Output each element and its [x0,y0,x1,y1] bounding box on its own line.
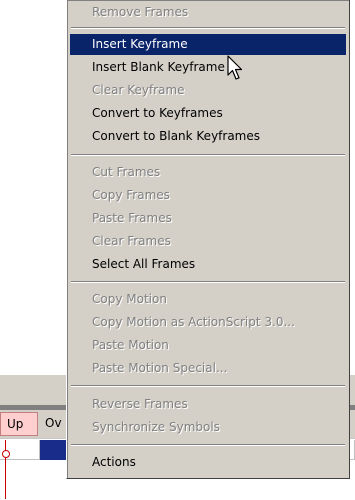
tab-up-state[interactable]: Up [0,412,38,436]
menu-item-copy-motion[interactable]: Copy Motion [70,289,346,310]
menu-separator [71,27,345,29]
keyframe-dot-icon [2,450,10,458]
menu-item-insert-keyframe[interactable]: Insert Keyframe [70,34,346,55]
menu-item-paste-motion[interactable]: Paste Motion [70,335,346,356]
context-menu: Remove Frames Insert Keyframe Insert Bla… [66,0,350,479]
menu-item-paste-frames[interactable]: Paste Frames [70,208,346,229]
menu-item-actions[interactable]: Actions [70,452,346,473]
menu-item-reverse-frames[interactable]: Reverse Frames [70,394,346,415]
menu-item-clear-frames[interactable]: Clear Frames [70,231,346,252]
menu-item-select-all-frames[interactable]: Select All Frames [70,254,346,275]
menu-item-remove-frames[interactable]: Remove Frames [70,2,346,23]
menu-item-cut-frames[interactable]: Cut Frames [70,162,346,183]
menu-separator [71,444,345,446]
menu-separator [71,281,345,283]
menu-item-clear-keyframe[interactable]: Clear Keyframe [70,80,346,101]
menu-item-convert-to-keyframes[interactable]: Convert to Keyframes [70,103,346,124]
menu-separator [71,154,345,156]
menu-item-paste-motion-special[interactable]: Paste Motion Special... [70,358,346,379]
menu-item-synchronize-symbols[interactable]: Synchronize Symbols [70,417,346,438]
arrow-cursor-icon [227,55,243,80]
playhead-line[interactable] [5,440,6,499]
menu-item-insert-blank-keyframe[interactable]: Insert Blank Keyframe [70,57,346,78]
tab-over-state[interactable]: Ov [39,412,67,436]
menu-item-copy-frames[interactable]: Copy Frames [70,185,346,206]
menu-item-copy-motion-as-actionscript[interactable]: Copy Motion as ActionScript 3.0... [70,312,346,333]
menu-item-convert-to-blank-keyframes[interactable]: Convert to Blank Keyframes [70,126,346,147]
menu-separator [71,385,345,387]
